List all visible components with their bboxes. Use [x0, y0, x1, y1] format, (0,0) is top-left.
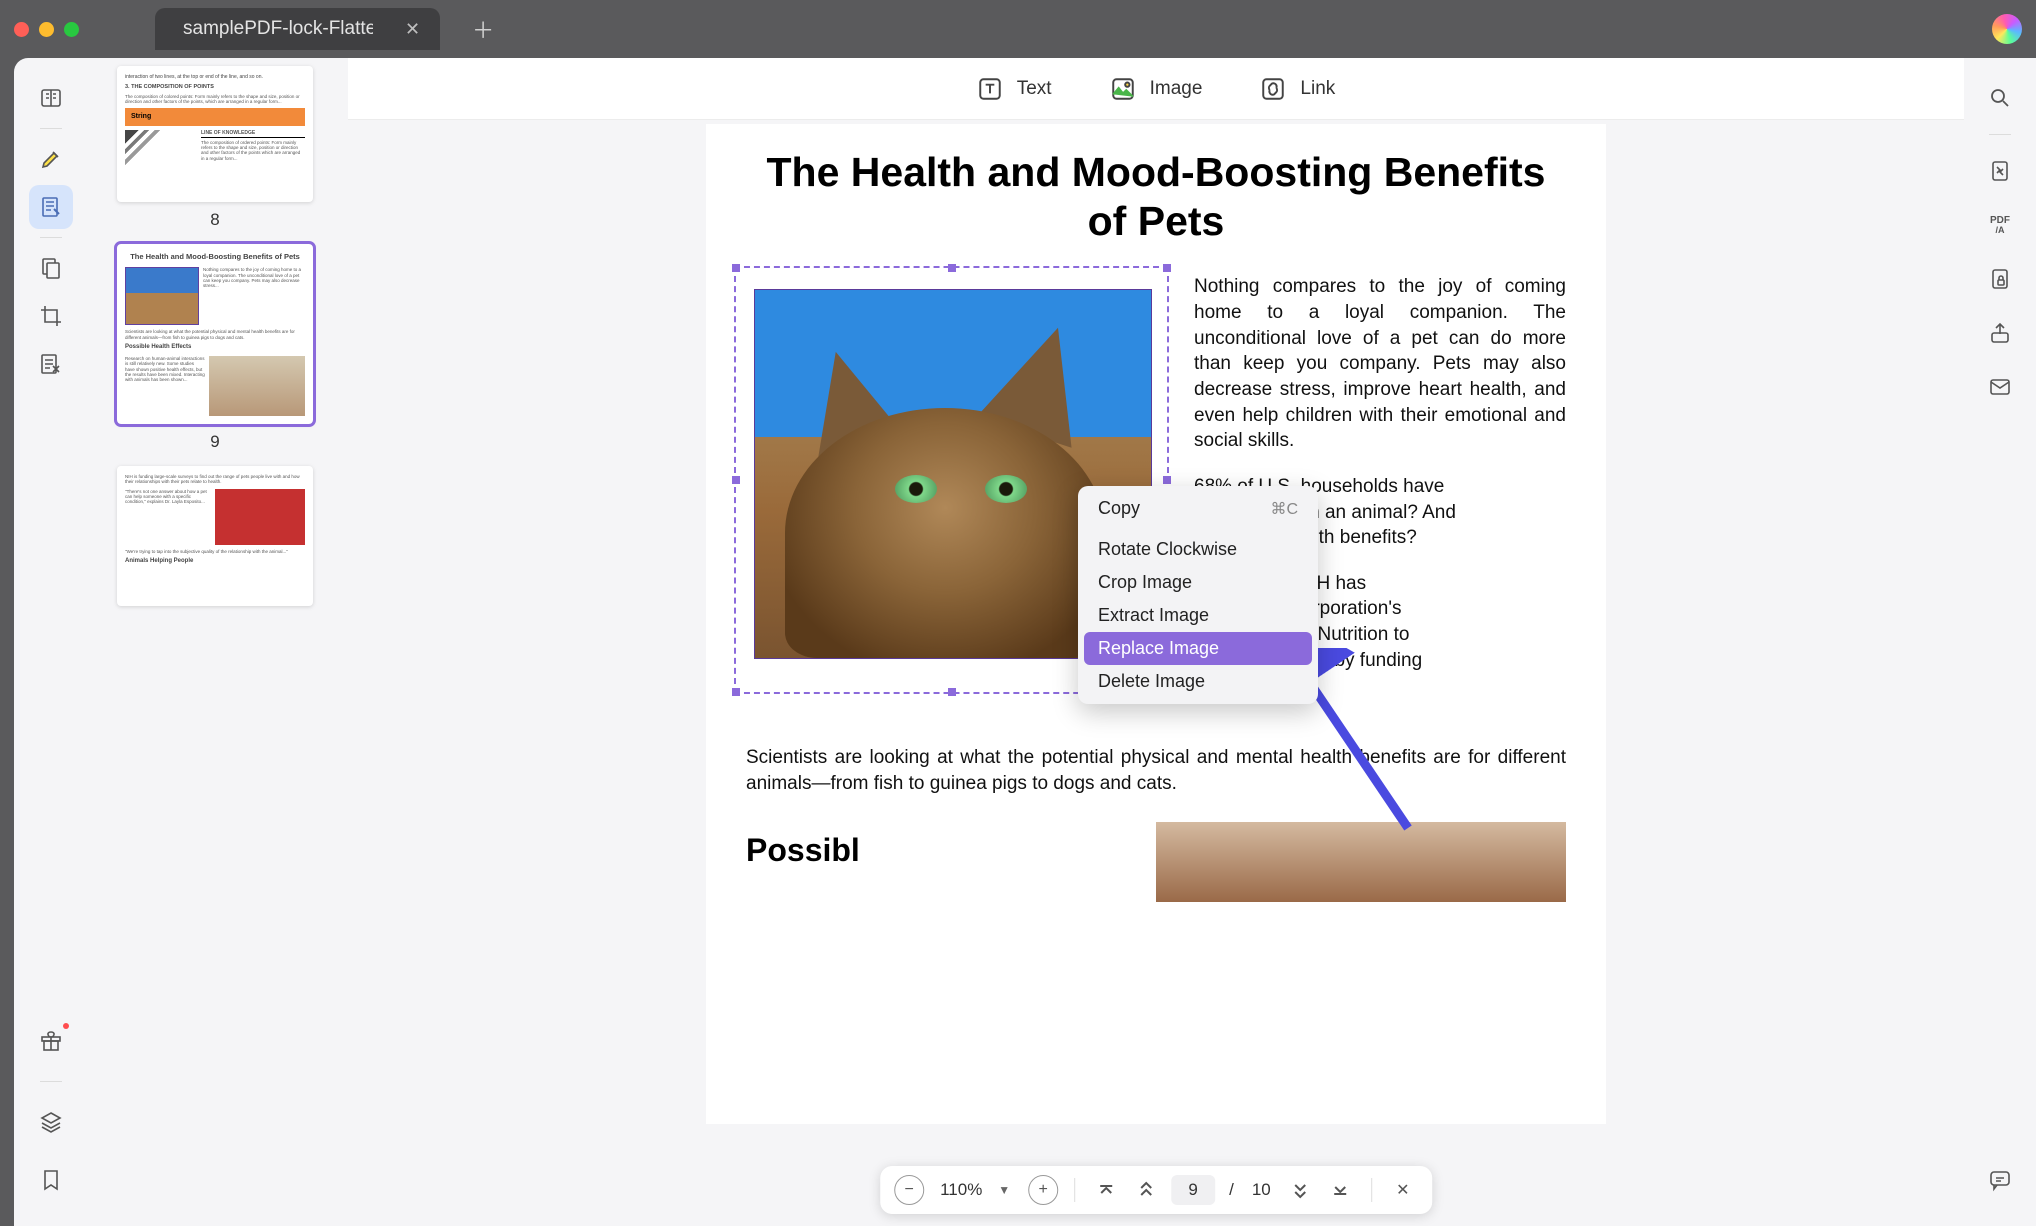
menu-replace-image[interactable]: Replace Image	[1084, 632, 1312, 665]
first-page-button[interactable]	[1091, 1175, 1121, 1205]
menu-extract-image[interactable]: Extract Image	[1084, 599, 1312, 632]
crop-page-icon[interactable]	[29, 294, 73, 338]
page-total: 10	[1252, 1180, 1271, 1200]
thumbnail-page-9[interactable]: The Health and Mood-Boosting Benefits of…	[100, 244, 330, 452]
gift-icon[interactable]	[29, 1019, 73, 1063]
tab-title: samplePDF-lock-Flatten	[183, 18, 373, 40]
paragraph: Scientists are looking at what the poten…	[746, 745, 1566, 796]
tool-image[interactable]: Image	[1110, 76, 1203, 102]
pdfa-icon[interactable]: PDF/A	[1978, 203, 2022, 247]
thumbnail-page-10[interactable]: NIH is funding large-scale surveys to fi…	[100, 466, 330, 606]
body-image[interactable]	[1156, 822, 1566, 902]
last-page-button[interactable]	[1325, 1175, 1355, 1205]
reader-mode-icon[interactable]	[29, 76, 73, 120]
page-number-input[interactable]	[1171, 1175, 1215, 1205]
bookmark-icon[interactable]	[29, 1158, 73, 1202]
convert-icon[interactable]	[1978, 149, 2022, 193]
tool-text-label: Text	[1017, 78, 1052, 100]
paragraph: Nothing compares to the joy of coming ho…	[1194, 274, 1566, 453]
context-menu: Copy ⌘C Rotate Clockwise Crop Image Extr…	[1078, 486, 1318, 704]
prev-page-button[interactable]	[1131, 1175, 1161, 1205]
comment-icon[interactable]	[1978, 1158, 2022, 1202]
shortcut-label: ⌘C	[1270, 499, 1298, 519]
section-heading: Possibl	[746, 832, 860, 869]
left-rail	[14, 58, 88, 1226]
menu-rotate-clockwise[interactable]: Rotate Clockwise	[1084, 533, 1312, 566]
layers-icon[interactable]	[29, 1100, 73, 1144]
window-controls	[14, 22, 79, 37]
tool-image-label: Image	[1150, 78, 1203, 100]
tool-link-label: Link	[1300, 78, 1335, 100]
thumbnail-number: 8	[210, 210, 219, 230]
menu-crop-image[interactable]: Crop Image	[1084, 566, 1312, 599]
tab-active[interactable]: samplePDF-lock-Flatten ✕	[155, 8, 440, 50]
thumbnail-panel: interaction of two lines, at the top or …	[88, 58, 348, 1226]
tab-close-icon[interactable]: ✕	[405, 19, 420, 40]
avatar[interactable]	[1992, 14, 2022, 44]
zoom-dropdown-icon[interactable]: ▼	[998, 1183, 1010, 1197]
lock-file-icon[interactable]	[1978, 257, 2022, 301]
page-separator: /	[1229, 1180, 1234, 1200]
tool-link[interactable]: Link	[1260, 76, 1335, 102]
view-controls-bar: − 110% ▼ + / 10 ✕	[880, 1166, 1432, 1214]
highlighter-icon[interactable]	[29, 137, 73, 181]
close-bar-button[interactable]: ✕	[1388, 1175, 1418, 1205]
edit-content-icon[interactable]	[29, 185, 73, 229]
new-tab-button[interactable]: ＋	[472, 13, 494, 45]
thumbnail-number: 9	[210, 432, 219, 452]
zoom-out-button[interactable]: −	[894, 1175, 924, 1205]
search-icon[interactable]	[1978, 76, 2022, 120]
email-icon[interactable]	[1978, 365, 2022, 409]
tool-text[interactable]: Text	[977, 76, 1052, 102]
app-body: interaction of two lines, at the top or …	[14, 58, 2036, 1226]
zoom-value: 110%	[936, 1180, 986, 1200]
right-rail: PDF/A	[1964, 58, 2036, 1226]
maximize-window-button[interactable]	[64, 22, 79, 37]
thumbnail-page-8[interactable]: interaction of two lines, at the top or …	[100, 66, 330, 230]
page-title: The Health and Mood-Boosting Benefits of…	[746, 148, 1566, 246]
menu-delete-image[interactable]: Delete Image	[1084, 665, 1312, 698]
main-column: Text Image Link The Health and Mood-Boos…	[348, 58, 1964, 1226]
zoom-in-button[interactable]: +	[1028, 1175, 1058, 1205]
title-bar: samplePDF-lock-Flatten ✕ ＋	[0, 0, 2036, 58]
share-icon[interactable]	[1978, 311, 2022, 355]
next-page-button[interactable]	[1285, 1175, 1315, 1205]
redact-icon[interactable]	[29, 342, 73, 386]
menu-copy[interactable]: Copy ⌘C	[1084, 492, 1312, 525]
close-window-button[interactable]	[14, 22, 29, 37]
minimize-window-button[interactable]	[39, 22, 54, 37]
edit-toolbar: Text Image Link	[348, 58, 1964, 120]
organize-pages-icon[interactable]	[29, 246, 73, 290]
